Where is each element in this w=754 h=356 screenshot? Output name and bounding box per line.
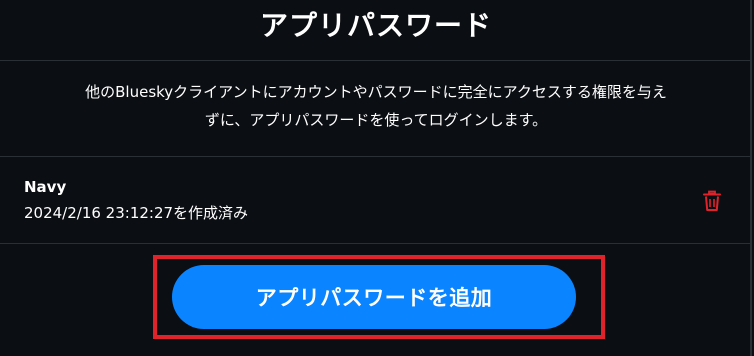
app-password-created: 2024/2/16 23:12:27を作成済み [24,204,249,222]
description: 他のBlueskyクライアントにアカウントやパスワードに完全にアクセスする権限を… [20,78,732,134]
description-line-2: ずに、アプリパスワードを使ってログインします。 [204,111,548,129]
delete-app-password-button[interactable] [700,189,724,213]
divider [0,156,752,157]
description-line-1: 他のBlueskyクライアントにアカウントやパスワードに完全にアクセスする権限を… [85,83,667,101]
page-title: アプリパスワード [259,9,492,42]
app-password-name: Navy [24,178,67,196]
trash-icon [703,190,721,211]
app-passwords-screen: アプリパスワード 他のBlueskyクライアントにアカウントやパスワードに完全に… [0,0,752,356]
divider [0,60,752,61]
add-app-password-button[interactable]: アプリパスワードを追加 [172,265,576,329]
divider [0,243,752,244]
